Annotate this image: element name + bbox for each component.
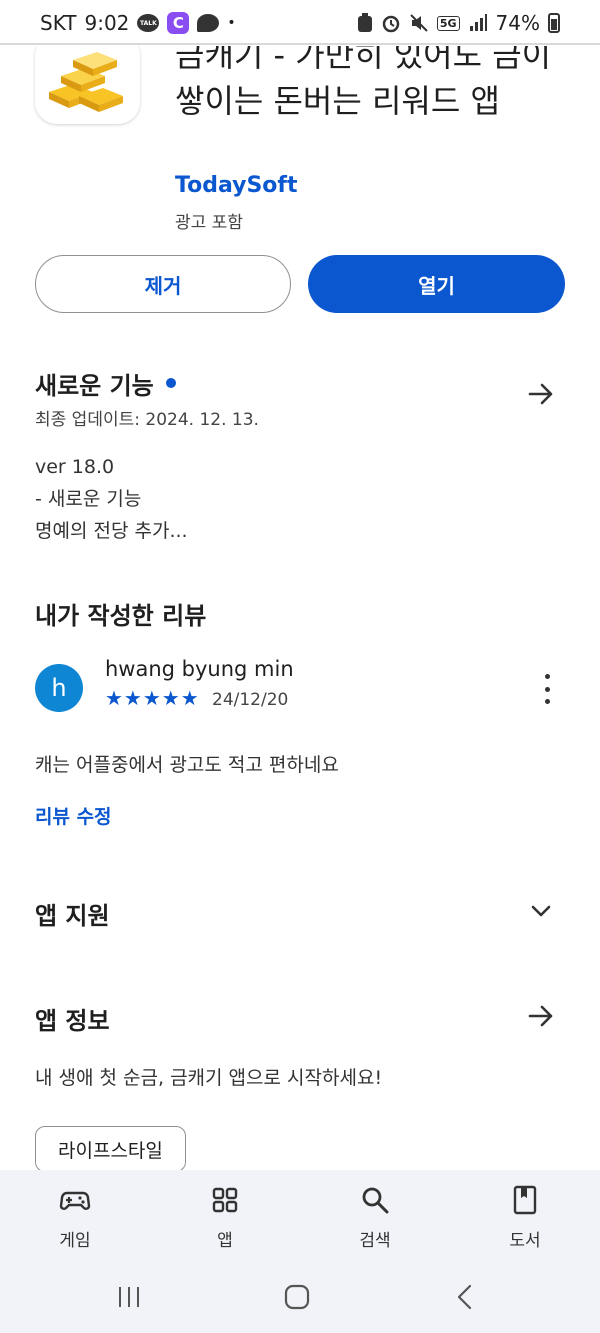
reviewer-name: hwang byung min — [105, 657, 294, 681]
clock: 9:02 — [84, 11, 130, 35]
nav-label: 도서 — [509, 1231, 541, 1251]
nav-item-search[interactable]: 검색 — [300, 1170, 450, 1270]
kakaotalk-icon: TALK — [137, 14, 160, 32]
mute-icon — [410, 14, 428, 32]
book-icon — [513, 1185, 537, 1215]
battery-icon — [548, 13, 560, 33]
app-support-title[interactable]: 앱 지원 — [35, 896, 110, 931]
status-divider — [0, 43, 600, 45]
review-text: 캐는 어플중에서 광고도 적고 편하네요 — [35, 754, 339, 776]
app-info-title[interactable]: 앱 정보 — [35, 1001, 110, 1036]
recent-apps-icon[interactable] — [116, 1284, 142, 1310]
signal-icon — [469, 14, 487, 31]
whats-new-header[interactable]: 새로운 기능 — [35, 366, 176, 401]
new-indicator-dot — [165, 378, 176, 388]
back-icon[interactable] — [455, 1284, 475, 1310]
arrow-right-icon[interactable] — [527, 380, 555, 408]
apps-grid-icon — [212, 1187, 238, 1213]
home-icon[interactable] — [283, 1284, 311, 1310]
notes-line: 명예의 전당 추가... — [35, 520, 188, 542]
system-nav-bar — [0, 1270, 600, 1333]
nav-label: 게임 — [59, 1231, 91, 1251]
nav-item-games[interactable]: 게임 — [0, 1170, 150, 1270]
last-updated: 최종 업데이트: 2024. 12. 13. — [35, 410, 259, 430]
app-icon[interactable] — [35, 34, 140, 124]
nav-item-apps[interactable]: 앱 — [150, 1170, 300, 1270]
nav-label: 앱 — [217, 1231, 233, 1251]
uninstall-button[interactable]: 제거 — [35, 255, 291, 313]
chevron-down-icon[interactable] — [528, 898, 554, 924]
security-icon — [357, 13, 372, 32]
contains-ads-label: 광고 포함 — [175, 213, 243, 233]
bottom-nav: 게임 앱 검색 도서 — [0, 1170, 600, 1270]
notes-line: ver 18.0 — [35, 456, 115, 478]
battery-percent: 74% — [495, 11, 540, 35]
open-button[interactable]: 열기 — [308, 255, 565, 313]
status-bar: SKT 9:02 TALK C • 5G 74% — [0, 0, 600, 46]
star-rating: ★★★★★ — [105, 686, 200, 710]
chat-bubble-icon — [197, 14, 220, 32]
c-app-icon: C — [167, 12, 190, 34]
whats-new-notes: ver 18.0 - 새로운 기능 명예의 전당 추가... — [35, 451, 188, 547]
edit-review-link[interactable]: 리뷰 수정 — [35, 802, 112, 829]
carrier-label: SKT — [40, 11, 77, 35]
more-options-icon[interactable] — [537, 674, 557, 704]
more-notifications-icon: • — [227, 15, 236, 31]
nav-label: 검색 — [359, 1231, 391, 1251]
gold-bars-icon — [49, 52, 123, 112]
search-icon — [362, 1187, 389, 1214]
arrow-right-icon[interactable] — [527, 1002, 555, 1030]
nav-item-books[interactable]: 도서 — [450, 1170, 600, 1270]
review-date: 24/12/20 — [212, 690, 289, 710]
my-review-title: 내가 작성한 리뷰 — [35, 602, 207, 630]
category-chip[interactable]: 라이프스타일 — [35, 1126, 186, 1172]
notes-line: - 새로운 기능 — [35, 488, 142, 510]
avatar: h — [35, 664, 83, 712]
network-type-label: 5G — [436, 15, 460, 31]
alarm-icon — [382, 15, 400, 33]
gamepad-icon — [59, 1191, 91, 1210]
app-description: 내 생애 첫 순금, 금캐기 앱으로 시작하세요! — [35, 1067, 383, 1089]
developer-link[interactable]: TodaySoft — [175, 173, 298, 198]
whats-new-title: 새로운 기능 — [35, 372, 154, 400]
